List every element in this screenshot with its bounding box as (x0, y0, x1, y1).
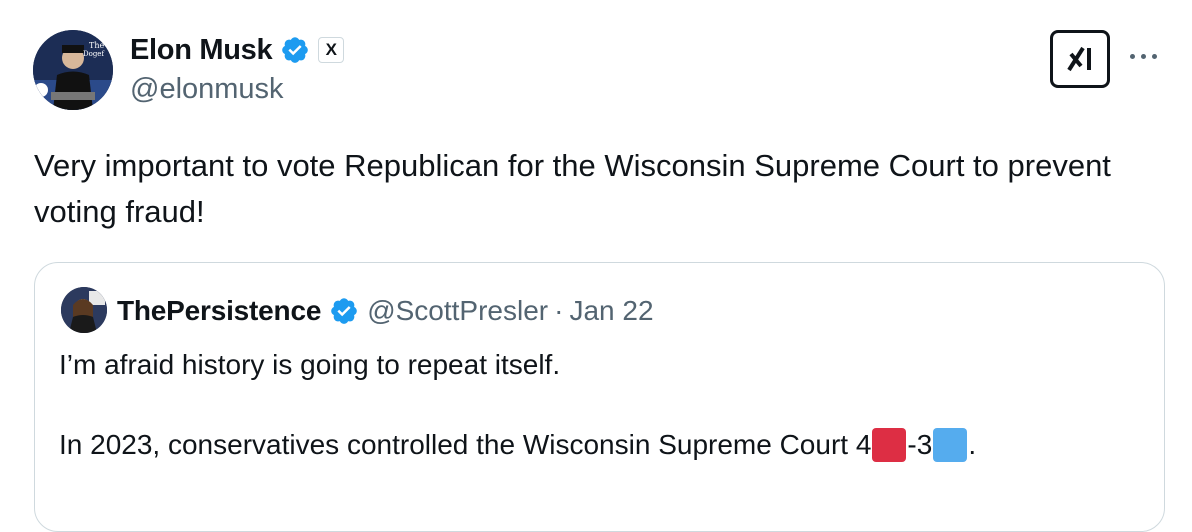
x-affiliation-icon[interactable]: X (318, 37, 345, 63)
blue-square-emoji (933, 428, 968, 462)
quoted-text-line1: I’m afraid history is going to repeat it… (59, 349, 561, 380)
author-avatar[interactable]: The Dogef (33, 30, 113, 110)
quoted-separator: · (554, 295, 564, 326)
author-handle[interactable]: @elonmusk (130, 73, 284, 106)
red-square-emoji (872, 428, 907, 462)
more-icon-dot (1152, 53, 1157, 59)
grok-button[interactable] (1050, 30, 1110, 88)
quoted-display-name[interactable]: ThePersistence (117, 295, 321, 327)
quoted-author-avatar[interactable] (61, 287, 107, 333)
verified-badge-icon[interactable] (329, 296, 359, 326)
more-options-button[interactable] (1130, 48, 1166, 64)
quoted-date[interactable]: Jan 22 (569, 295, 653, 327)
more-icon-dot (1141, 53, 1146, 59)
quoted-tweet-card[interactable]: ThePersistence @ScottPresler · Jan 22 I’… (34, 262, 1165, 532)
more-icon (1130, 53, 1135, 59)
avatar-image: The Dogef (33, 30, 113, 110)
quoted-text-line2: In 2023, conservatives controlled the Wi… (59, 425, 976, 465)
quoted-header: ThePersistence @ScottPresler · Jan 22 (117, 291, 654, 331)
quoted-handle[interactable]: @ScottPresler (367, 295, 548, 327)
quoted-text-line2-middle: -3 (907, 429, 933, 460)
grok-icon (1067, 46, 1091, 72)
quoted-text-line2-suffix: . (968, 429, 977, 460)
author-name-row: Elon Musk X (130, 30, 345, 70)
author-display-name[interactable]: Elon Musk (130, 34, 273, 67)
verified-badge-icon[interactable] (280, 35, 310, 65)
svg-text:Dogef: Dogef (83, 50, 105, 58)
quoted-avatar-image (61, 287, 107, 333)
svg-text:The: The (89, 41, 104, 50)
quoted-text-line2-prefix: In 2023, conservatives controlled the Wi… (59, 429, 872, 460)
tweet-text: Very important to vote Republican for th… (34, 148, 1111, 229)
